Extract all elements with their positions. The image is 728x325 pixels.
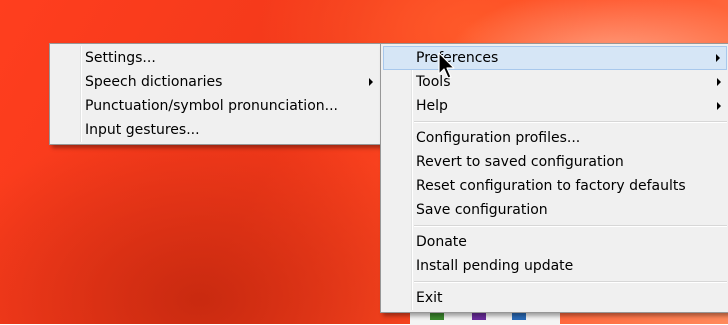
- menu-item-label: Install pending update: [416, 258, 574, 274]
- menu-item-label: Reset configuration to factory defaults: [416, 178, 686, 194]
- menu-item-label: Revert to saved configuration: [416, 154, 624, 170]
- mouse-pointer-icon: [438, 52, 455, 79]
- menu-item-label: Exit: [416, 290, 443, 306]
- menu-item-tools[interactable]: Tools: [381, 70, 728, 94]
- main-context-menu: Preferences Tools Help Configuration pro…: [380, 43, 728, 313]
- menu-item-label: Speech dictionaries: [85, 74, 223, 90]
- preferences-submenu: Settings... Speech dictionaries Punctuat…: [49, 43, 382, 145]
- menu-item-exit[interactable]: Exit: [381, 286, 728, 310]
- menu-item-settings[interactable]: Settings...: [50, 46, 381, 70]
- menu-item-configuration-profiles[interactable]: Configuration profiles...: [381, 126, 728, 150]
- menu-item-install-pending-update[interactable]: Install pending update: [381, 254, 728, 278]
- submenu-arrow-icon: [716, 54, 720, 62]
- menu-item-help[interactable]: Help: [381, 94, 728, 118]
- menu-item-preferences[interactable]: Preferences: [383, 46, 727, 70]
- menu-separator: [414, 121, 727, 123]
- menu-item-label: Punctuation/symbol pronunciation...: [85, 98, 338, 114]
- menu-item-donate[interactable]: Donate: [381, 230, 728, 254]
- menu-item-punctuation-symbol-pronunciation[interactable]: Punctuation/symbol pronunciation...: [50, 94, 381, 118]
- submenu-arrow-icon: [717, 102, 721, 110]
- submenu-arrow-icon: [369, 78, 373, 86]
- menu-separator: [414, 281, 727, 283]
- menu-item-reset-configuration-to-factory-defaults[interactable]: Reset configuration to factory defaults: [381, 174, 728, 198]
- menu-item-label: Donate: [416, 234, 467, 250]
- menu-item-input-gestures[interactable]: Input gestures...: [50, 118, 381, 142]
- menu-item-label: Settings...: [85, 50, 156, 66]
- menu-item-label: Save configuration: [416, 202, 548, 218]
- menu-item-label: Preferences: [416, 50, 499, 66]
- menu-item-label: Help: [416, 98, 448, 114]
- menu-separator: [414, 225, 727, 227]
- menu-item-label: Input gestures...: [85, 122, 200, 138]
- menu-item-save-configuration[interactable]: Save configuration: [381, 198, 728, 222]
- menu-item-label: Configuration profiles...: [416, 130, 581, 146]
- menu-item-speech-dictionaries[interactable]: Speech dictionaries: [50, 70, 381, 94]
- submenu-arrow-icon: [717, 78, 721, 86]
- menu-item-revert-to-saved-configuration[interactable]: Revert to saved configuration: [381, 150, 728, 174]
